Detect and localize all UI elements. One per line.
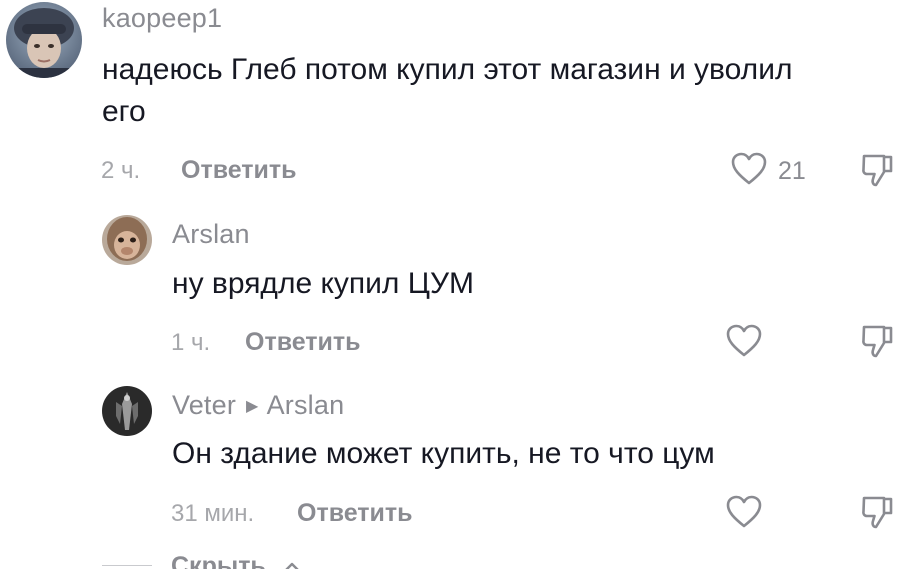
avatar[interactable] bbox=[102, 215, 152, 265]
comment-username: Veter ▶ Arslan bbox=[172, 390, 344, 421]
heart-outline-icon[interactable] bbox=[726, 324, 762, 362]
username-link[interactable]: Veter bbox=[172, 390, 236, 420]
hide-replies-button[interactable]: Скрыть bbox=[102, 548, 402, 569]
thumbs-down-outline-icon[interactable] bbox=[860, 152, 896, 193]
comment-text: Он здание может купить, не то что цум bbox=[172, 437, 715, 470]
reply-button[interactable]: Ответить bbox=[297, 499, 413, 528]
avatar[interactable] bbox=[6, 2, 82, 78]
reply-to-username[interactable]: Arslan bbox=[267, 390, 345, 420]
comment-text-line: его bbox=[102, 95, 146, 128]
hide-replies-label: Скрыть bbox=[171, 552, 266, 569]
comment-text: ну врядле купил ЦУМ bbox=[172, 267, 475, 300]
comment-time: 1 ч. bbox=[171, 329, 211, 356]
like-count: 21 bbox=[778, 157, 806, 185]
reply-button[interactable]: Ответить bbox=[245, 328, 361, 357]
avatar[interactable] bbox=[102, 386, 152, 436]
heart-outline-icon[interactable] bbox=[726, 495, 762, 533]
thumbs-down-outline-icon[interactable] bbox=[860, 494, 896, 535]
comment-username[interactable]: kaopeep1 bbox=[102, 3, 222, 34]
divider bbox=[102, 565, 152, 566]
chevron-up-icon bbox=[284, 558, 300, 569]
heart-outline-icon[interactable] bbox=[731, 152, 767, 190]
comment-text: надеюсь Глеб потом купил этот магазин и … bbox=[102, 49, 892, 133]
comment-text-line: надеюсь Глеб потом купил этот магазин и … bbox=[102, 53, 793, 86]
triangle-right-icon: ▶ bbox=[246, 398, 259, 415]
comment-username[interactable]: Arslan bbox=[172, 219, 250, 250]
comment-time: 2 ч. bbox=[101, 157, 141, 184]
reply-button[interactable]: Ответить bbox=[181, 156, 297, 185]
thumbs-down-outline-icon[interactable] bbox=[860, 323, 896, 364]
comment-time: 31 мин. bbox=[171, 500, 255, 527]
